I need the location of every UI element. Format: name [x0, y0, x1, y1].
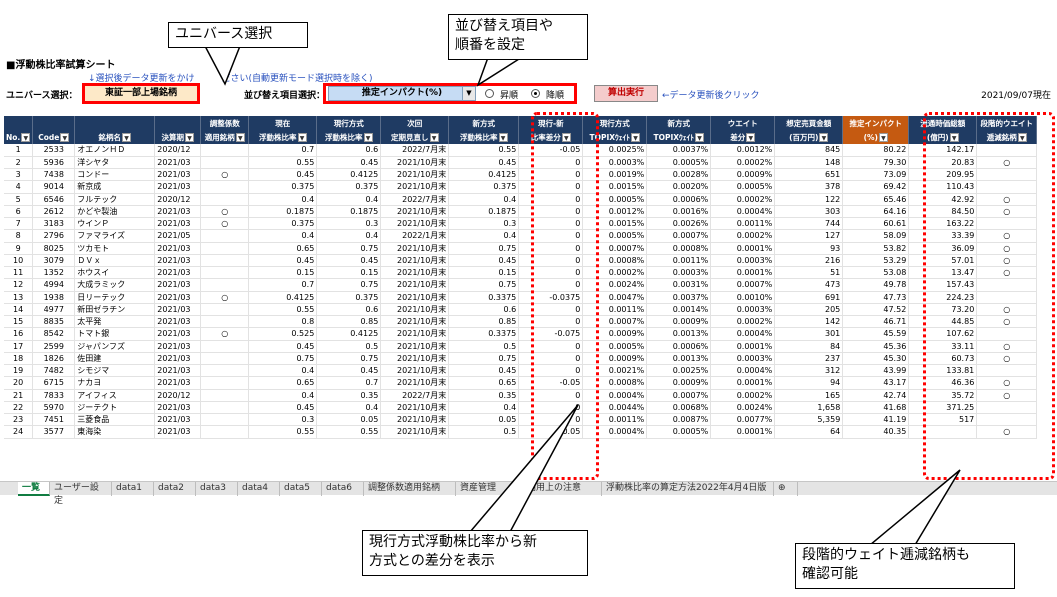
step-callout: 段階的ウェイト逓減銘柄も 確認可能 [795, 543, 1015, 589]
callout-pointers [203, 45, 961, 546]
sort-callout: 並び替え項目や 順番を設定 [448, 14, 588, 60]
diff-pointer [468, 404, 579, 533]
diff-callout-text: 現行方式浮動株比率から新 方式との差分を表示 [369, 534, 537, 569]
step-pointer [867, 469, 961, 546]
step-callout-text: 段階的ウェイト逓減銘柄も 確認可能 [802, 547, 970, 582]
diff-callout: 現行方式浮動株比率から新 方式との差分を表示 [362, 530, 588, 576]
universe-callout-text: ユニバース選択 [175, 26, 273, 42]
universe-callout: ユニバース選択 [168, 22, 308, 48]
universe-pointer [203, 45, 242, 86]
sort-callout-text: 並び替え項目や 順番を設定 [455, 18, 553, 53]
